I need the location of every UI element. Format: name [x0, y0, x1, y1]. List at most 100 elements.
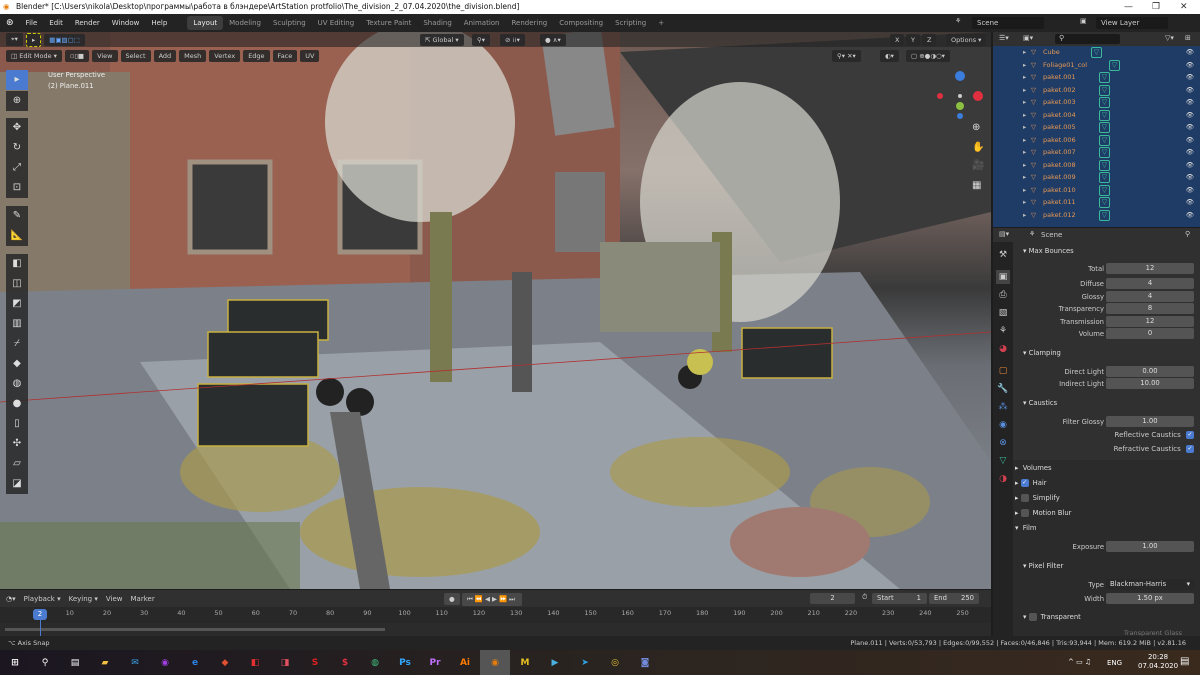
annotate-tool-icon[interactable]: ✎ — [6, 206, 28, 226]
view-layer-icon[interactable]: ▣ — [1080, 17, 1087, 25]
inset-tool-icon[interactable]: ◫ — [6, 274, 28, 294]
scale-tool-icon[interactable]: ⤢ — [6, 158, 28, 178]
cursor-tool-icon[interactable]: ⊕ — [6, 91, 28, 111]
clamping-panel[interactable]: ▾ Clamping — [1023, 349, 1061, 357]
eye-icon[interactable]: 👁 — [1186, 159, 1194, 172]
tor-browser-icon[interactable]: ◉ — [150, 650, 180, 675]
reflective-caustics-checkbox[interactable]: Reflective Caustics ✓ — [1115, 431, 1194, 439]
chrome-icon[interactable]: ◎ — [600, 650, 630, 675]
hair-panel[interactable]: ▸ ✓ Hair — [1015, 479, 1047, 487]
indirect-light-field[interactable]: 10.00 — [1106, 378, 1194, 389]
overlay-toggle-icon[interactable]: ◐▾ — [880, 49, 899, 62]
navigation-gizmo[interactable]: ⊕ ✋ 🎥 ▦ — [930, 68, 990, 228]
outliner-item[interactable]: ▸ ▽ paket.003 ▽ 👁 — [993, 96, 1200, 109]
timeline-ruler[interactable]: 10 20 30 40 50 60 70 80 90 100 110 120 130 140 150 160 1… — [0, 607, 991, 623]
language-indicator[interactable]: ENG — [1107, 659, 1122, 667]
outliner-search-input[interactable]: ⚲ — [1055, 34, 1120, 44]
mesh-data-icon[interactable]: ▽ — [1099, 84, 1110, 96]
new-collection-icon[interactable]: ⊞ — [1185, 34, 1191, 42]
menu-mesh[interactable]: Mesh — [179, 49, 207, 62]
menu-add[interactable]: Add — [153, 49, 177, 62]
menu-file[interactable]: File — [20, 19, 44, 27]
transparency-field[interactable]: 8 — [1106, 303, 1194, 314]
eye-icon[interactable]: 👁 — [1186, 196, 1194, 209]
tab-modeling[interactable]: Modeling — [223, 16, 267, 30]
photoshop-icon[interactable]: Ps — [390, 650, 420, 675]
filter-icon[interactable]: ▽▾ — [1165, 34, 1174, 42]
mesh-data-icon[interactable]: ▽ — [1099, 159, 1110, 171]
transmission-field[interactable]: 12 — [1106, 316, 1194, 327]
outliner-item[interactable]: ▸ ▽ paket.007 ▽ 👁 — [993, 146, 1200, 159]
clock[interactable]: 20:28 07.04.2020 — [1138, 653, 1178, 671]
film-panel[interactable]: ▾ Film — [1015, 524, 1037, 532]
tab-uv-editing[interactable]: UV Editing — [312, 16, 361, 30]
spotify-like-icon[interactable]: ◍ — [360, 650, 390, 675]
view-menu[interactable]: View — [106, 595, 123, 603]
filter-glossy-field[interactable]: 1.00 — [1106, 416, 1194, 427]
mesh-data-icon[interactable]: ▽ — [1099, 184, 1110, 196]
marmoset-icon[interactable]: M — [510, 650, 540, 675]
playhead[interactable]: 2 — [33, 609, 47, 620]
app-icon[interactable]: ◆ — [210, 650, 240, 675]
filter-view-icon[interactable]: ▣▾ — [1023, 34, 1033, 42]
mesh-data-icon[interactable]: ▽ — [1099, 147, 1110, 158]
spin-tool-icon[interactable]: ◍ — [6, 374, 28, 394]
mesh-data-icon[interactable]: ▽ — [1091, 47, 1102, 58]
tab-scripting[interactable]: Scripting — [609, 16, 652, 30]
add-workspace-button[interactable]: + — [652, 16, 670, 30]
task-view-icon[interactable]: ▤ — [60, 650, 90, 675]
tab-rendering[interactable]: Rendering — [505, 16, 553, 30]
diffuse-field[interactable]: 4 — [1106, 278, 1194, 289]
shading-mode-icons[interactable]: ▢ ⊕●◑○▾ — [906, 49, 950, 62]
loop-cut-tool-icon[interactable]: ▥ — [6, 314, 28, 334]
telegram-icon[interactable]: ➤ — [570, 650, 600, 675]
start-frame-field[interactable]: Start 1 — [872, 593, 927, 604]
refractive-caustics-checkbox[interactable]: Refractive Caustics ✓ — [1114, 445, 1194, 453]
knife-tool-icon[interactable]: ⌿ — [6, 334, 28, 354]
gizmo-toggle-icon[interactable]: ⚲▾ ✕▾ — [832, 49, 861, 62]
motion-blur-panel[interactable]: ▸ Motion Blur — [1015, 509, 1071, 517]
volume-field[interactable]: 0 — [1106, 328, 1194, 339]
notifications-icon[interactable]: ▤ — [1180, 656, 1189, 667]
maximize-button[interactable]: ❐ — [1152, 0, 1160, 14]
output-tab-icon[interactable]: ⎙ — [996, 288, 1010, 302]
editor-type-icon[interactable]: ▤▾ — [999, 230, 1009, 238]
mail-icon[interactable]: ✉ — [120, 650, 150, 675]
mesh-data-icon[interactable]: ▽ — [1109, 59, 1120, 71]
tab-texture-paint[interactable]: Texture Paint — [360, 16, 417, 30]
view-layer-selector[interactable]: View Layer — [1096, 17, 1168, 29]
timeline-track[interactable] — [0, 623, 991, 636]
view-layer-tab-icon[interactable]: ▧ — [996, 306, 1010, 320]
scene-icon[interactable]: ⚘ — [955, 17, 961, 25]
mesh-data-icon[interactable]: ▽ — [1099, 72, 1110, 83]
menu-edge[interactable]: Edge — [243, 49, 270, 62]
max-bounces-panel[interactable]: ▾ Max Bounces — [1023, 247, 1074, 255]
menu-view[interactable]: View — [92, 49, 118, 62]
tool-tab-icon[interactable]: ⚒ — [996, 248, 1010, 262]
eye-icon[interactable]: 👁 — [1186, 134, 1194, 147]
physics-tab-icon[interactable]: ◉ — [996, 418, 1010, 432]
eye-icon[interactable]: 👁 — [1186, 59, 1194, 72]
eye-icon[interactable]: 👁 — [1186, 121, 1194, 134]
particles-tab-icon[interactable]: ⁂ — [996, 400, 1010, 414]
proportional-edit-icon[interactable]: ● ∧▾ — [540, 33, 566, 46]
move-tool-icon[interactable]: ✥ — [6, 118, 28, 138]
end-frame-field[interactable]: End 250 — [929, 593, 979, 604]
caustics-panel[interactable]: ▾ Caustics — [1023, 399, 1057, 407]
edge-slide-tool-icon[interactable]: ▯ — [6, 414, 28, 434]
bevel-tool-icon[interactable]: ◩ — [6, 294, 28, 314]
media-player-icon[interactable]: ▶ — [540, 650, 570, 675]
mode-dropdown[interactable]: ◫ Edit Mode ▾ — [6, 49, 62, 62]
eye-icon[interactable]: 👁 — [1186, 46, 1194, 59]
mesh-data-icon[interactable]: ▽ — [1099, 109, 1110, 121]
pivot-dropdown[interactable]: ⚲▾ — [472, 33, 491, 46]
tab-shading[interactable]: Shading — [417, 16, 457, 30]
tab-sculpting[interactable]: Sculpting — [267, 16, 312, 30]
current-frame-field[interactable]: 2 — [810, 593, 855, 604]
tray-icons[interactable]: ^ ▭ ♫ — [1068, 658, 1091, 666]
snap-icon[interactable]: ⊘ ⁞⁞▾ — [500, 33, 525, 46]
simplify-panel[interactable]: ▸ Simplify — [1015, 494, 1060, 502]
search-icon[interactable]: ⚲ — [30, 650, 60, 675]
edge-icon[interactable]: e — [180, 650, 210, 675]
select-tool-icon[interactable]: ▸ — [25, 32, 42, 47]
